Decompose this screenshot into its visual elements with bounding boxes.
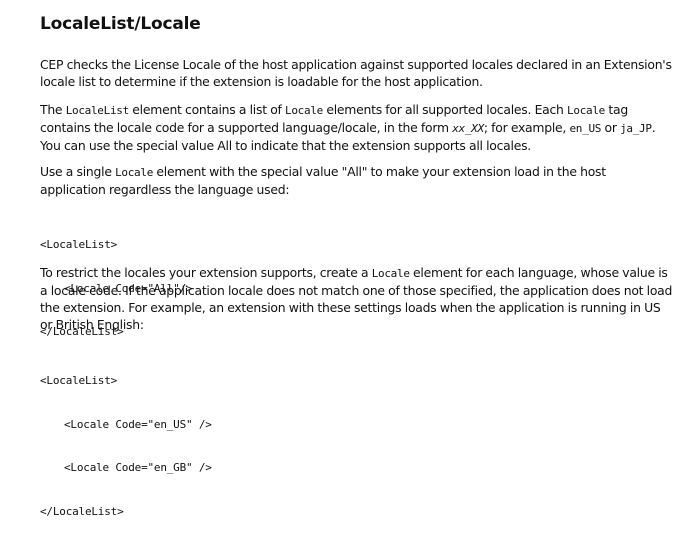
restrict-line-2: a locale code. If the application locale… <box>40 283 673 298</box>
localelist-line-2: contains the locale code for a supported… <box>40 120 656 135</box>
intro-line-2: locale list to determine if the extensio… <box>40 74 483 89</box>
localelist-line-3: You can use the special value All to ind… <box>40 138 531 153</box>
restrict-line-4: or British English: <box>40 317 144 332</box>
code-line-open: <LocaleList> <box>40 238 118 251</box>
intro-line-1: CEP checks the License Locale of the hos… <box>40 57 672 72</box>
code-term-ja-jp: ja_JP <box>620 122 652 135</box>
all-value-line-2: application regardless the language used… <box>40 182 290 197</box>
code-sample-us-gb: <LocaleList> <Locale Code="en_US" /> <Lo… <box>40 345 212 548</box>
section-heading: LocaleList/Locale <box>40 14 201 34</box>
code-line-locale-en-us: <Locale Code="en_US" /> <box>64 417 212 431</box>
code-term-locale-format: xx_XX <box>452 122 484 135</box>
code-term-locale: Locale <box>115 166 154 179</box>
restrict-line-1: To restrict the locales your extension s… <box>40 265 668 280</box>
localelist-line-1: The LocaleList element contains a list o… <box>40 102 628 117</box>
page: { "heading": "LocaleList/Locale", "p1": … <box>0 0 682 518</box>
code-term-localelist: LocaleList <box>65 104 130 117</box>
localelist-paragraph: The LocaleList element contains a list o… <box>40 101 656 154</box>
code-term-locale: Locale <box>285 104 323 117</box>
code-line-open: <LocaleList> <box>40 374 118 387</box>
all-value-line-1: Use a single Locale element with the spe… <box>40 164 606 179</box>
code-term-en-us: en_US <box>569 122 602 135</box>
code-term-locale: Locale <box>567 104 605 117</box>
restrict-paragraph: To restrict the locales your extension s… <box>40 264 672 333</box>
code-line-close: </LocaleList> <box>40 504 124 518</box>
intro-paragraph: CEP checks the License Locale of the hos… <box>40 56 672 90</box>
restrict-line-3: the extension. For example, an extension… <box>40 300 661 315</box>
all-value-paragraph: Use a single Locale element with the spe… <box>40 163 606 198</box>
code-term-locale: Locale <box>371 267 410 280</box>
code-line-locale-en-gb: <Locale Code="en_GB" /> <box>64 461 212 474</box>
